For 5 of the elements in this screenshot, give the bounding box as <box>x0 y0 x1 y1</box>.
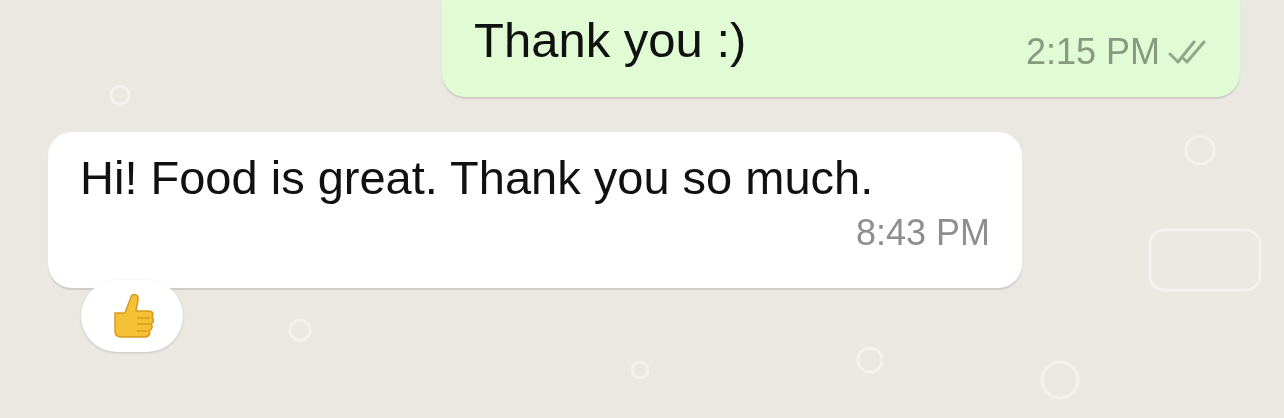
message-time: 2:15 PM <box>1025 31 1160 73</box>
message-text: Thank you :) <box>474 16 747 65</box>
reaction-badge[interactable] <box>81 280 183 352</box>
message-time: 8:43 PM <box>855 212 990 255</box>
message-text: Hi! Food is great. Thank you so much. <box>80 150 874 206</box>
